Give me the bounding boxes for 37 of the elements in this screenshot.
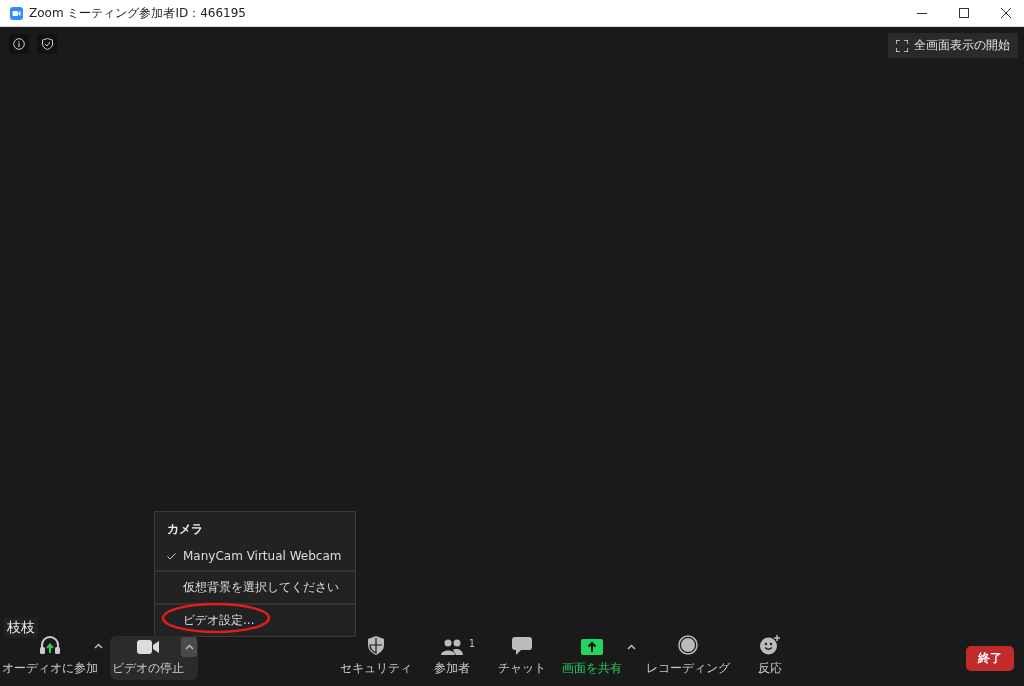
share-screen-icon	[581, 639, 603, 655]
security-shield-button[interactable]	[37, 34, 57, 54]
smiley-plus-icon	[760, 635, 780, 655]
menu-heading: カメラ	[166, 521, 204, 538]
people-icon	[441, 639, 463, 655]
fullscreen-icon	[896, 39, 908, 52]
participants-button[interactable]: 参加者 1	[417, 636, 487, 680]
reactions-button[interactable]: 反応	[735, 636, 805, 680]
share-button[interactable]: 画面を共有	[557, 636, 627, 680]
info-button[interactable]	[9, 34, 29, 54]
chat-button[interactable]: チャット	[487, 636, 557, 680]
end-meeting-button[interactable]: 終了	[966, 645, 1014, 671]
app-logo-icon	[10, 6, 23, 20]
participant-count: 1	[468, 638, 475, 649]
caret-icon[interactable]	[627, 644, 636, 650]
participant-name: 枝枝	[4, 618, 38, 638]
audio-button[interactable]: オーディオに参加	[0, 636, 108, 680]
menu-item[interactable]: ManyCam Virtual Webcam	[155, 542, 355, 570]
shield-icon	[368, 636, 384, 655]
menu-item[interactable]: 仮想背景を選択してください	[155, 572, 355, 603]
headphones-icon	[39, 635, 61, 655]
caret-icon[interactable]	[93, 643, 103, 649]
record-icon	[678, 635, 698, 655]
video-camera-icon	[136, 640, 159, 654]
chat-bubble-icon	[512, 637, 532, 655]
video-button[interactable]: ビデオの停止	[110, 636, 198, 680]
security-button[interactable]: セキュリティ	[335, 636, 417, 680]
close-icon	[1001, 8, 1011, 18]
menu-item[interactable]: ビデオ設定...	[155, 605, 355, 636]
maximize-icon	[959, 8, 969, 18]
record-button[interactable]: レコーディング	[641, 636, 735, 680]
shield-check-icon	[41, 38, 53, 50]
caret-icon[interactable]	[184, 644, 194, 650]
window-title: Zoom ミーティング参加者ID：466195	[29, 4, 247, 22]
fullscreen-button[interactable]: 全画面表示の開始	[888, 33, 1018, 58]
info-icon	[13, 38, 25, 50]
minimize-icon	[917, 12, 927, 14]
